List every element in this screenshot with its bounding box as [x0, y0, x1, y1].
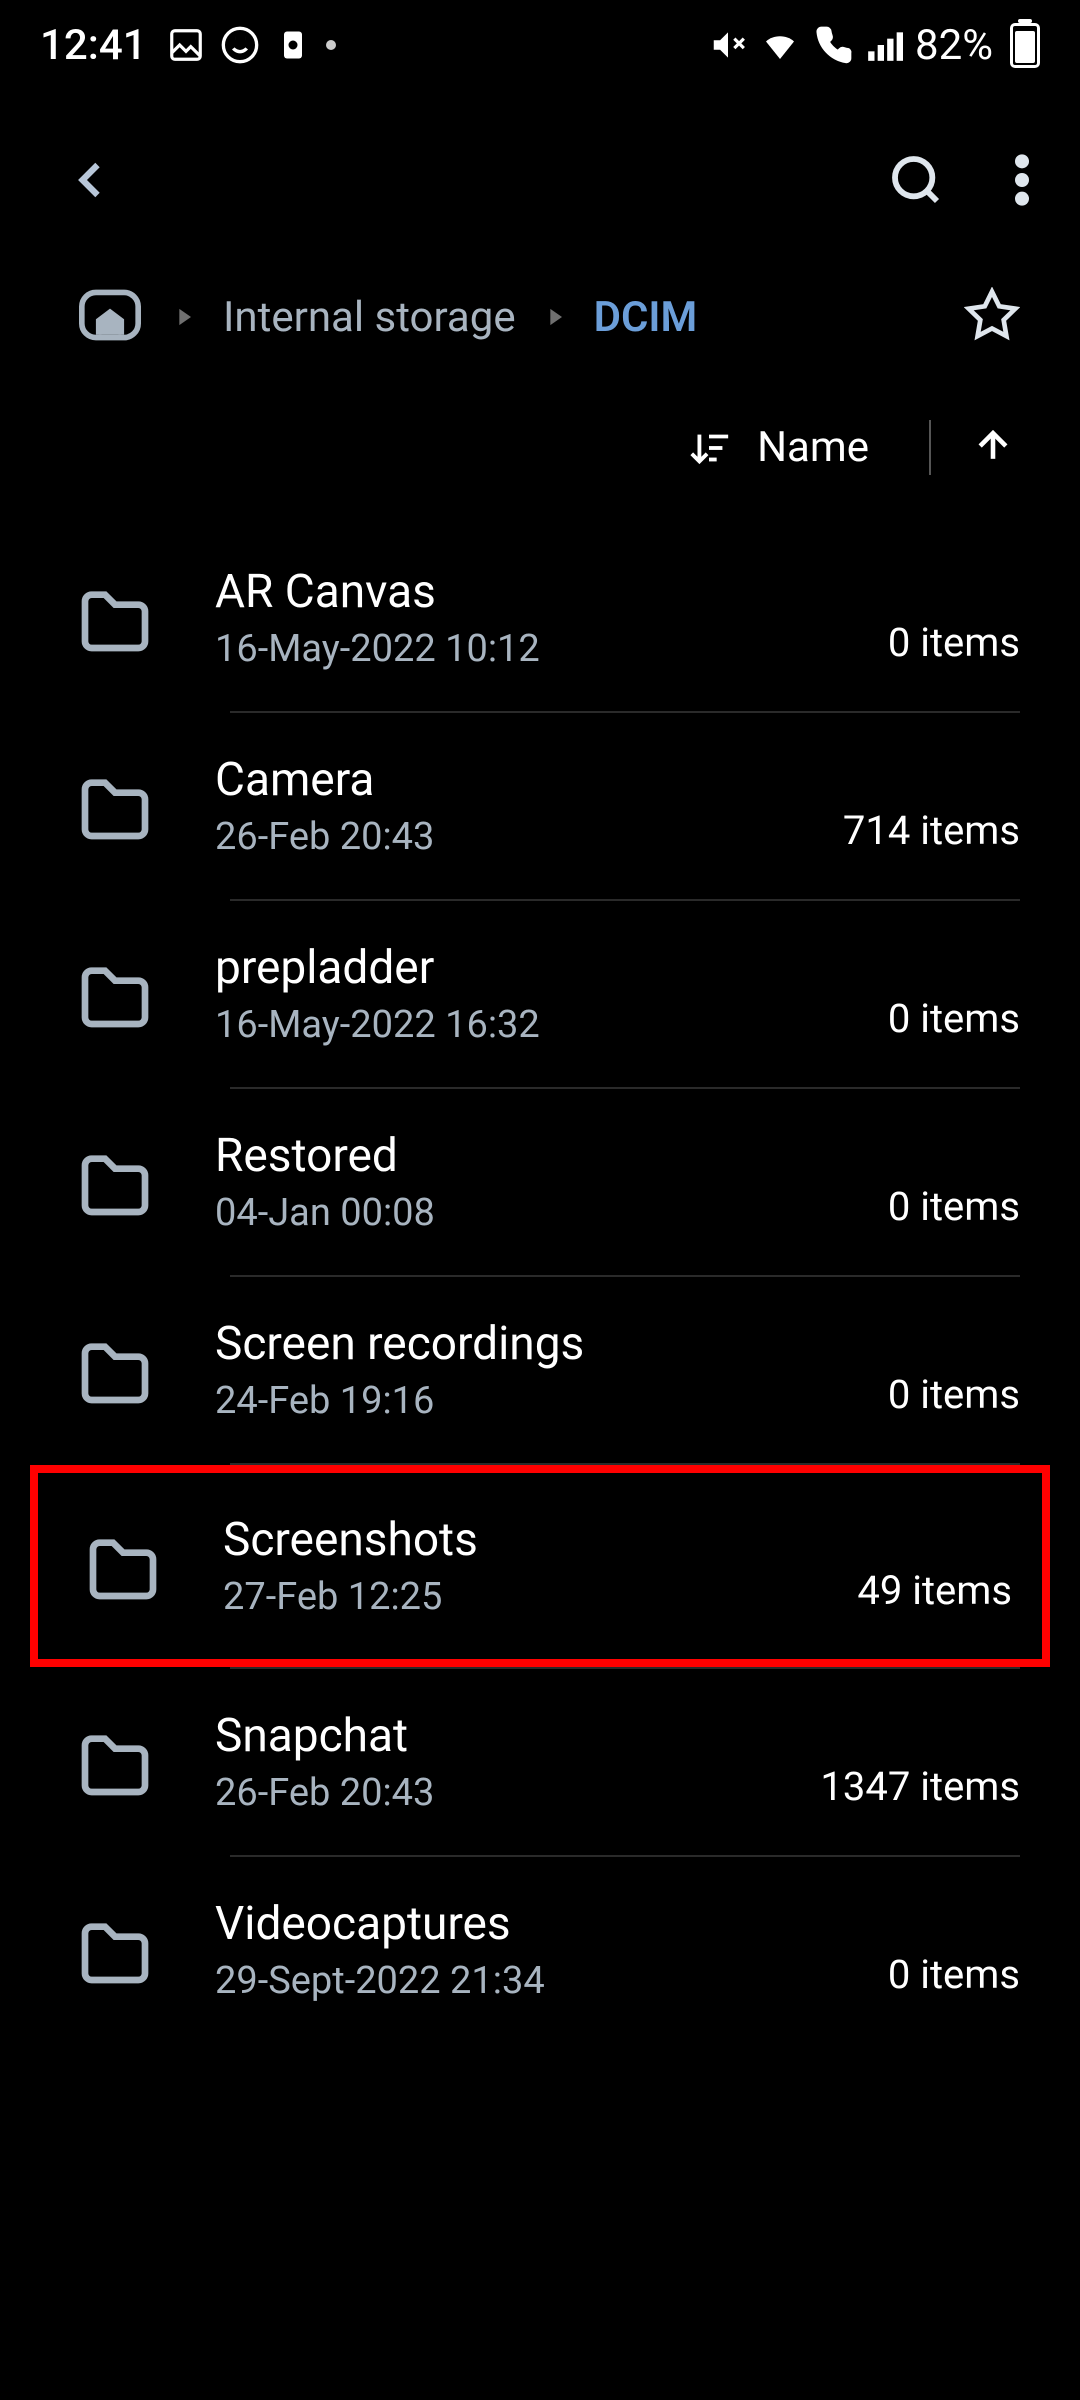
chevron-right-icon [541, 303, 569, 331]
folder-name: Videocaptures [215, 1897, 888, 1951]
more-button[interactable] [1014, 152, 1030, 212]
sort-direction-button[interactable] [971, 424, 1015, 472]
folder-row[interactable]: prepladder 16-May-2022 16:32 0 items [0, 901, 1080, 1087]
status-right: 82% [709, 21, 1040, 70]
header-actions [888, 152, 1030, 212]
folder-date: 27-Feb 12:25 [223, 1575, 857, 1619]
breadcrumb: Internal storage DCIM [0, 264, 1080, 390]
status-bar: 12:41 82% [0, 0, 1080, 90]
folder-date: 29-Sept-2022 21:34 [215, 1959, 888, 2003]
folder-name: prepladder [215, 941, 888, 995]
favorite-button[interactable] [964, 287, 1020, 347]
folder-icon [75, 583, 155, 653]
folder-date: 24-Feb 19:16 [215, 1379, 888, 1423]
search-icon [888, 152, 944, 208]
folder-icon [75, 1335, 155, 1405]
sort-label: Name [757, 423, 869, 472]
folder-row[interactable]: Camera 26-Feb 20:43 714 items [0, 713, 1080, 899]
folder-count: 0 items [888, 619, 1020, 666]
folder-info: Camera 26-Feb 20:43 [215, 753, 843, 859]
home-icon [75, 284, 145, 346]
folder-row[interactable]: Screenshots 27-Feb 12:25 49 items [30, 1465, 1050, 1667]
app-header [0, 90, 1080, 264]
folder-count: 0 items [888, 1371, 1020, 1418]
folder-name: Snapchat [215, 1709, 820, 1763]
folder-name: Screenshots [223, 1513, 857, 1567]
storage-icon [275, 27, 311, 63]
folder-row[interactable]: Screen recordings 24-Feb 19:16 0 items [0, 1277, 1080, 1463]
folder-info: Restored 04-Jan 00:08 [215, 1129, 888, 1235]
wifi-call-icon [813, 25, 853, 65]
folder-icon [75, 959, 155, 1029]
divider [929, 420, 931, 475]
folder-count: 0 items [888, 1951, 1020, 1998]
breadcrumb-parent[interactable]: Internal storage [223, 293, 516, 342]
breadcrumb-home[interactable] [75, 284, 145, 350]
picture-icon [167, 26, 205, 64]
folder-name: Restored [215, 1129, 888, 1183]
folder-date: 16-May-2022 16:32 [215, 1003, 888, 1047]
search-button[interactable] [888, 152, 944, 212]
folder-icon [83, 1531, 163, 1601]
folder-date: 16-May-2022 10:12 [215, 627, 888, 671]
folder-count: 0 items [888, 1183, 1020, 1230]
folder-date: 26-Feb 20:43 [215, 815, 843, 859]
battery-icon [1010, 23, 1040, 68]
folder-icon [75, 1147, 155, 1217]
folder-count: 1347 items [820, 1763, 1020, 1810]
breadcrumb-current[interactable]: DCIM [594, 293, 698, 342]
folder-count: 49 items [857, 1567, 1012, 1614]
folder-row[interactable]: Restored 04-Jan 00:08 0 items [0, 1089, 1080, 1275]
chevron-left-icon [60, 150, 120, 210]
signal-icon [865, 26, 903, 64]
battery-percent: 82% [915, 21, 993, 70]
sort-button[interactable]: Name [686, 423, 889, 472]
folder-info: prepladder 16-May-2022 16:32 [215, 941, 888, 1047]
notification-dot-icon [326, 40, 336, 50]
folder-info: Screenshots 27-Feb 12:25 [223, 1513, 857, 1619]
folder-info: Screen recordings 24-Feb 19:16 [215, 1317, 888, 1423]
whatsapp-icon [220, 25, 260, 65]
folder-row[interactable]: Snapchat 26-Feb 20:43 1347 items [0, 1669, 1080, 1855]
folder-info: Snapchat 26-Feb 20:43 [215, 1709, 820, 1815]
folder-row[interactable]: AR Canvas 16-May-2022 10:12 0 items [0, 525, 1080, 711]
folder-row[interactable]: Videocaptures 29-Sept-2022 21:34 0 items [0, 1857, 1080, 2043]
folder-icon [75, 771, 155, 841]
sort-icon [686, 425, 732, 471]
wifi-icon [759, 24, 801, 66]
chevron-right-icon [170, 303, 198, 331]
folder-icon [75, 1915, 155, 1985]
status-left: 12:41 [40, 21, 336, 70]
folder-list: AR Canvas 16-May-2022 10:12 0 items Came… [0, 505, 1080, 2063]
back-button[interactable] [60, 150, 120, 214]
more-vertical-icon [1014, 152, 1030, 208]
folder-info: AR Canvas 16-May-2022 10:12 [215, 565, 888, 671]
star-icon [964, 287, 1020, 343]
folder-date: 04-Jan 00:08 [215, 1191, 888, 1235]
folder-count: 714 items [843, 807, 1020, 854]
folder-name: AR Canvas [215, 565, 888, 619]
folder-count: 0 items [888, 995, 1020, 1042]
mute-icon [709, 26, 747, 64]
folder-date: 26-Feb 20:43 [215, 1771, 820, 1815]
status-notification-icons [167, 25, 336, 65]
sort-bar: Name [0, 390, 1080, 505]
folder-name: Camera [215, 753, 843, 807]
clock: 12:41 [40, 21, 147, 70]
folder-icon [75, 1727, 155, 1797]
folder-info: Videocaptures 29-Sept-2022 21:34 [215, 1897, 888, 2003]
arrow-up-icon [971, 424, 1015, 468]
folder-name: Screen recordings [215, 1317, 888, 1371]
